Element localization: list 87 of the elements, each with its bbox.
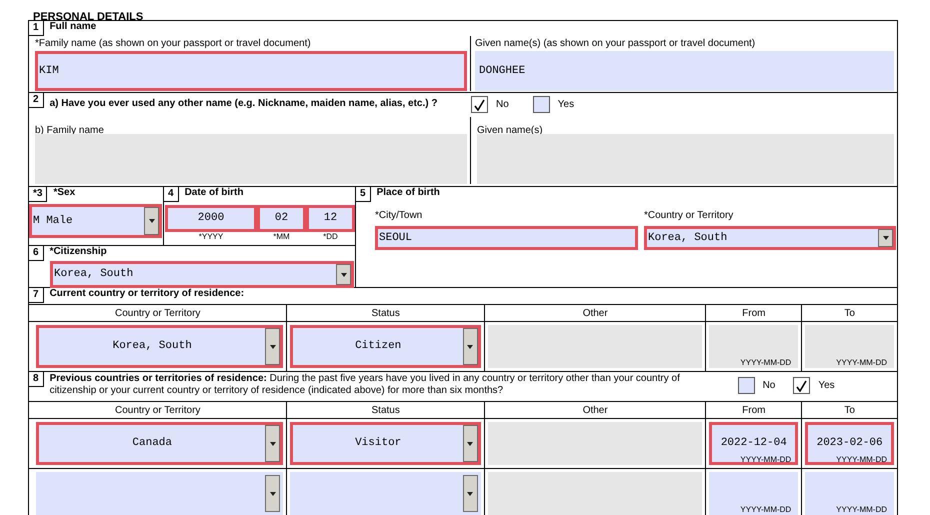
dropdown-field[interactable] <box>36 472 284 515</box>
dropdown-button[interactable] <box>878 229 893 247</box>
caret-icon <box>467 344 474 348</box>
field-label: Given name(s) (as shown on your passport or travel document) <box>475 38 756 50</box>
dropdown-field[interactable]: Canada <box>36 422 284 465</box>
checkbox[interactable] <box>738 377 755 394</box>
column-header: Other <box>582 404 608 418</box>
caret-icon <box>467 442 474 446</box>
column-header: To <box>844 404 855 418</box>
section-number: 4 <box>164 187 179 202</box>
caret-icon <box>270 492 276 496</box>
caret-icon <box>148 219 154 223</box>
column-header: To <box>844 306 855 320</box>
question-text: Previous countries or territories of residence: During the past five years have you lived in any country or territory other than your country of citizenship or your current country or territory of residence (indicated above) for more than six months? <box>50 373 681 397</box>
input-field[interactable]: 2023-02-06 YYYY-MM-DD <box>805 422 894 465</box>
format-hint: YYYY-MM-DD <box>740 358 792 367</box>
field-label: Current country or territory of residence: <box>50 288 244 300</box>
section-number: *3 <box>29 187 48 202</box>
format-hint: *DD <box>323 232 338 241</box>
column-header: Status <box>372 306 400 320</box>
dropdown-field[interactable]: Korea, South <box>36 325 284 368</box>
column-header: From <box>742 404 766 418</box>
input-field[interactable]: SEOUL <box>375 226 638 250</box>
field-label: *Country or Territory <box>644 210 734 221</box>
format-hint: *YYYY <box>198 232 224 241</box>
caret-icon <box>882 236 888 240</box>
dropdown-field[interactable] <box>290 472 481 515</box>
caret-icon <box>467 492 474 496</box>
check-icon <box>796 380 808 392</box>
format-hint: YYYY-MM-DD <box>836 505 887 514</box>
format-hint: YYYY-MM-DD <box>836 455 887 464</box>
caret-icon <box>270 442 276 446</box>
field-label: Place of birth <box>376 187 440 199</box>
option-label: No <box>762 379 776 393</box>
input-field[interactable]: 02 <box>257 205 306 232</box>
section-number: 8 <box>29 372 44 387</box>
column-header: Country or Territory <box>115 306 200 320</box>
field-label: Full name <box>50 21 96 33</box>
field-label: Given name(s) <box>477 125 543 136</box>
caret-icon <box>340 272 346 276</box>
field-label: Date of birth <box>184 187 244 199</box>
checkbox[interactable] <box>471 96 488 113</box>
checkbox[interactable] <box>532 96 550 113</box>
column-header: Status <box>372 404 400 418</box>
caret-icon <box>270 344 276 348</box>
input-field[interactable]: YYYY-MM-DD <box>805 472 894 515</box>
input-field[interactable]: DONGHEE <box>475 51 894 91</box>
input-field[interactable]: KIM <box>35 51 467 91</box>
section-number: 5 <box>356 187 371 202</box>
dropdown-field[interactable]: Korea, South <box>644 226 896 250</box>
column-header: From <box>742 306 766 320</box>
format-hint: YYYY-MM-DD <box>740 505 792 514</box>
section-number: 2 <box>29 93 44 108</box>
format-hint: *MM <box>273 232 290 241</box>
option-label: No <box>496 98 509 112</box>
option-label: Yes <box>558 98 574 112</box>
column-header: Other <box>582 306 608 320</box>
input-field[interactable]: YYYY-MM-DD <box>709 472 798 515</box>
field-label: *Sex <box>53 187 76 199</box>
dropdown-button[interactable] <box>144 207 159 235</box>
checkbox[interactable] <box>793 377 810 394</box>
field-label: *City/Town <box>375 210 422 221</box>
section-number: 7 <box>29 288 44 303</box>
section-number: 6 <box>29 246 44 261</box>
option-label: Yes <box>818 379 835 393</box>
section-title: PERSONAL DETAILS <box>33 11 144 23</box>
dropdown-field[interactable]: Korea, South <box>50 261 354 288</box>
format-hint: YYYY-MM-DD <box>836 358 887 367</box>
check-icon <box>474 98 485 110</box>
question-text: a) Have you ever used any other name (e.g. Nickname, maiden name, alias, etc.) ? <box>50 98 438 110</box>
input-field[interactable]: 2000 <box>165 205 257 232</box>
input-field[interactable]: 12 <box>306 205 355 232</box>
field-label: b) Family name <box>35 125 104 136</box>
dropdown-button[interactable] <box>462 475 478 512</box>
column-header: Country or Territory <box>115 404 200 418</box>
dropdown-button[interactable] <box>336 264 351 285</box>
section-number: 1 <box>29 21 44 36</box>
format-hint: YYYY-MM-DD <box>740 455 792 464</box>
field-label: *Family name (as shown on your passport or travel document) <box>35 38 311 50</box>
dropdown-field[interactable]: M Male <box>29 204 162 238</box>
dropdown-field[interactable]: Citizen <box>290 325 481 368</box>
dropdown-button[interactable] <box>265 475 280 512</box>
dropdown-button[interactable] <box>462 328 478 365</box>
dropdown-field[interactable]: Visitor <box>290 422 481 465</box>
input-field[interactable]: 2022-12-04 YYYY-MM-DD <box>709 422 798 465</box>
field-label: *Citizenship <box>50 246 107 258</box>
dropdown-button[interactable] <box>462 425 478 462</box>
